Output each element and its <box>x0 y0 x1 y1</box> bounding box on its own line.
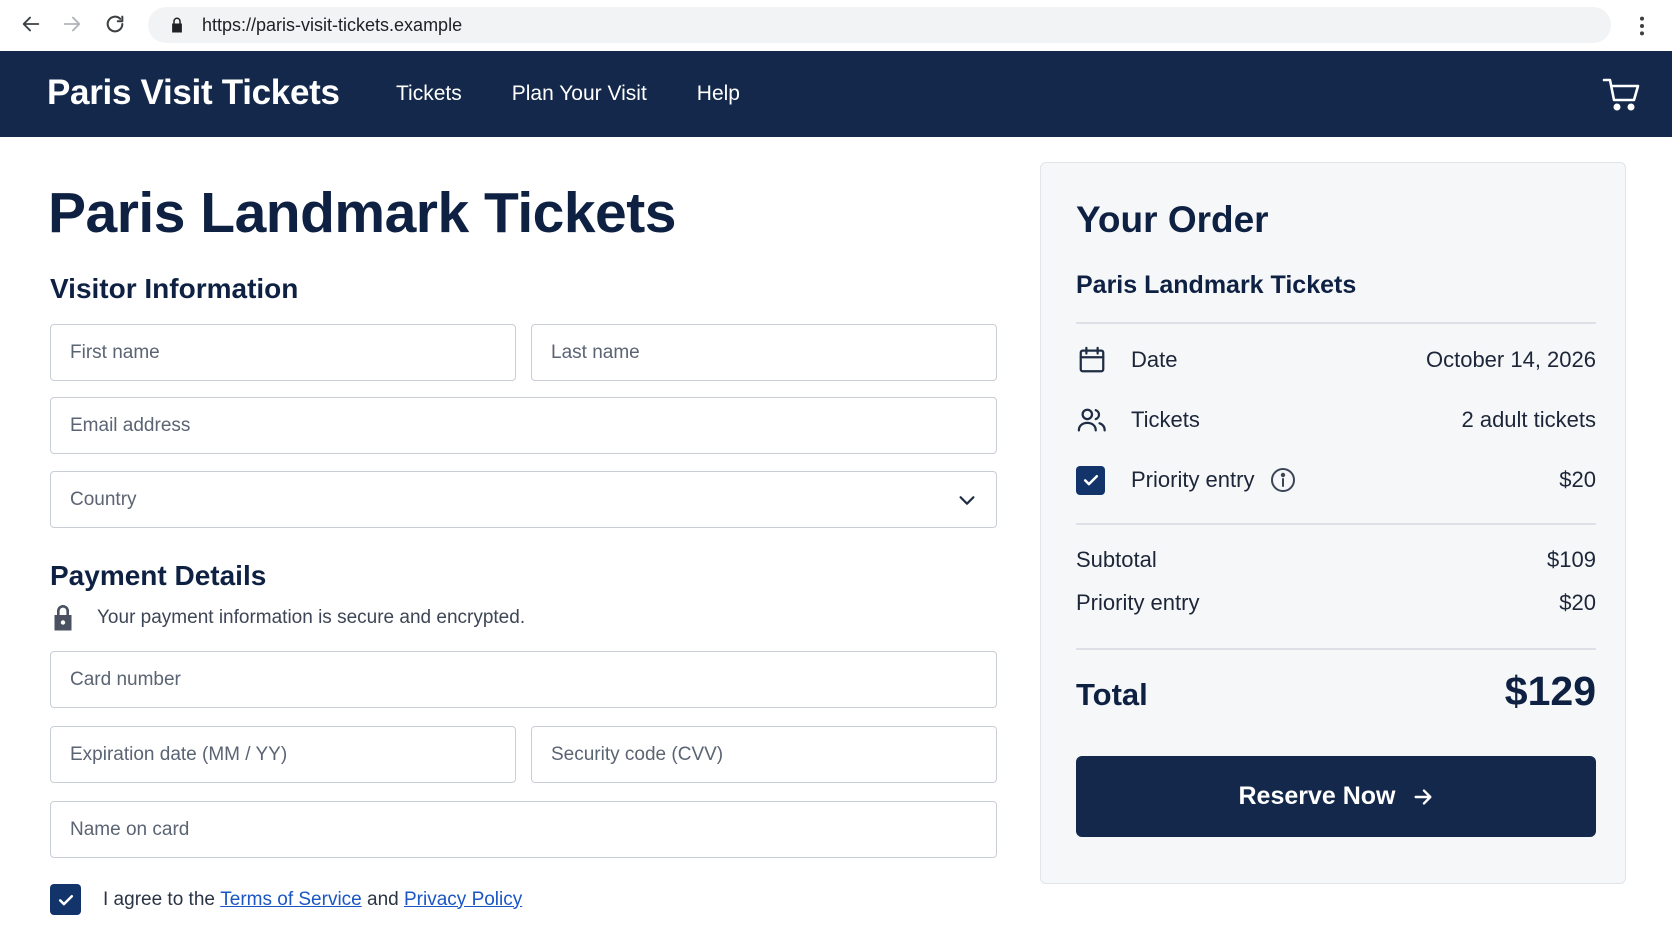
priority-label: Priority entry <box>1131 467 1255 492</box>
name-on-card-field[interactable]: Name on card <box>50 801 997 858</box>
terms-agreement: I agree to the Terms of Service and Priv… <box>50 884 522 915</box>
priority-line-label: Priority entry <box>1076 590 1200 615</box>
url-text: https://paris-visit-tickets.example <box>202 14 463 35</box>
first-name-field[interactable]: First name <box>50 324 516 381</box>
reserve-now-button[interactable]: Reserve Now <box>1076 756 1596 837</box>
country-placeholder: Country <box>70 488 137 510</box>
more-menu-icon[interactable] <box>1632 12 1652 40</box>
cart-icon[interactable] <box>1602 76 1642 112</box>
subtotal-value: $109 <box>1547 547 1596 572</box>
forward-arrow-icon[interactable] <box>57 9 87 39</box>
expiration-date-field[interactable]: Expiration date (MM / YY) <box>50 726 516 783</box>
divider <box>1076 648 1596 650</box>
order-tickets-row: Tickets 2 adult tickets <box>1076 404 1596 436</box>
priority-line-value: $20 <box>1559 590 1596 615</box>
visitor-info-heading: Visitor Information <box>50 273 299 304</box>
priority-label-group: Priority entry <box>1131 467 1559 493</box>
email-placeholder: Email address <box>70 414 191 436</box>
payment-details-heading: Payment Details <box>50 560 267 591</box>
order-summary-panel: Your Order Paris Landmark Tickets Date O… <box>1040 162 1626 884</box>
agree-checkbox[interactable] <box>50 884 81 915</box>
order-date-row: Date October 14, 2026 <box>1076 344 1596 376</box>
people-icon <box>1076 404 1108 436</box>
first-name-placeholder: First name <box>70 341 160 363</box>
checkmark-icon <box>58 894 73 905</box>
card-number-placeholder: Card number <box>70 668 181 690</box>
divider <box>1076 322 1596 324</box>
last-name-placeholder: Last name <box>551 341 640 363</box>
page-title: Paris Landmark Tickets <box>48 181 676 245</box>
date-label: Date <box>1131 347 1178 372</box>
lock-icon <box>168 16 186 34</box>
secure-note: Your payment information is secure and e… <box>52 604 525 631</box>
arrow-right-icon <box>1413 788 1432 805</box>
priority-checkbox[interactable] <box>1076 465 1105 495</box>
cvv-placeholder: Security code (CVV) <box>551 743 724 765</box>
priority-value: $20 <box>1559 467 1596 492</box>
agree-and: and <box>361 888 404 910</box>
main-nav: Tickets Plan Your Visit Help <box>396 82 740 106</box>
padlock-icon <box>54 605 72 631</box>
checkmark-icon <box>1083 475 1098 486</box>
back-arrow-icon[interactable] <box>16 9 46 39</box>
last-name-field[interactable]: Last name <box>531 324 997 381</box>
total-label: Total <box>1076 677 1148 712</box>
order-product-name: Paris Landmark Tickets <box>1076 271 1357 299</box>
browser-toolbar: https://paris-visit-tickets.example <box>0 0 1672 51</box>
order-title: Your Order <box>1076 199 1269 240</box>
chevron-down-icon <box>959 495 975 505</box>
total-row: Total $129 <box>1076 668 1596 715</box>
nav-tickets[interactable]: Tickets <box>396 82 462 106</box>
total-value: $129 <box>1504 668 1596 714</box>
country-select[interactable]: Country <box>50 471 997 528</box>
order-priority-row: Priority entry $20 <box>1076 464 1596 496</box>
tickets-label: Tickets <box>1131 407 1200 432</box>
nav-plan-your-visit[interactable]: Plan Your Visit <box>512 82 647 106</box>
terms-of-service-link[interactable]: Terms of Service <box>220 889 361 911</box>
expiration-placeholder: Expiration date (MM / YY) <box>70 743 288 765</box>
agree-prefix: I agree to the <box>103 888 221 910</box>
reload-icon[interactable] <box>100 9 130 39</box>
site-header: Paris Visit Tickets Tickets Plan Your Vi… <box>0 51 1672 137</box>
subtotal-row: Subtotal $109 <box>1076 547 1596 573</box>
secure-note-text: Your payment information is secure and e… <box>97 606 526 628</box>
brand-logo[interactable]: Paris Visit Tickets <box>47 73 340 113</box>
card-number-field[interactable]: Card number <box>50 651 997 708</box>
privacy-policy-link[interactable]: Privacy Policy <box>404 889 522 911</box>
reserve-now-label: Reserve Now <box>1238 782 1396 810</box>
tickets-value: 2 adult tickets <box>1461 407 1596 432</box>
subtotal-label: Subtotal <box>1076 547 1157 572</box>
date-value: October 14, 2026 <box>1425 347 1596 372</box>
name-on-card-placeholder: Name on card <box>70 818 190 840</box>
nav-help[interactable]: Help <box>697 82 740 106</box>
address-bar[interactable]: https://paris-visit-tickets.example <box>148 7 1611 43</box>
calendar-icon <box>1076 344 1108 376</box>
cvv-field[interactable]: Security code (CVV) <box>531 726 997 783</box>
priority-checkbox-wrap <box>1076 464 1108 496</box>
divider <box>1076 523 1596 525</box>
info-icon[interactable] <box>1270 467 1296 493</box>
email-field[interactable]: Email address <box>50 397 997 454</box>
priority-line-row: Priority entry $20 <box>1076 590 1596 616</box>
